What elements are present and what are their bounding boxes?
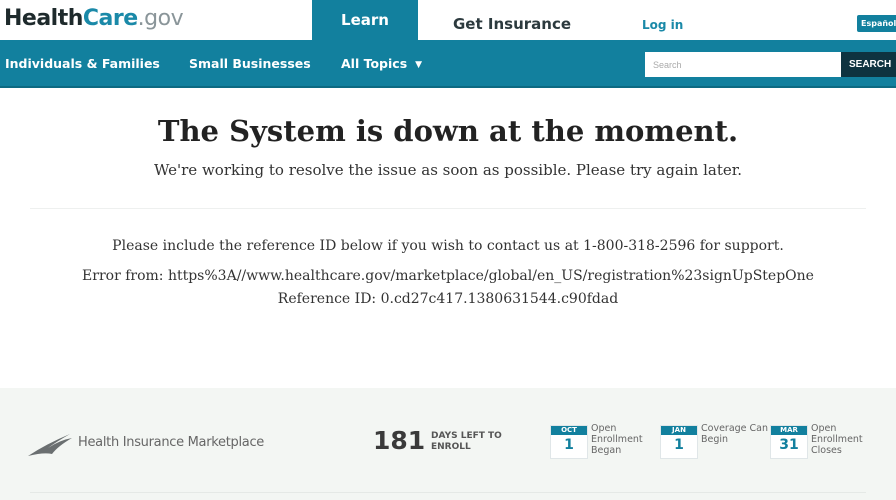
error-from-text: Error from: https%3A//www.healthcare.gov… — [82, 268, 814, 284]
reference-id-text: Reference ID: 0.cd27c417.1380631544.c90f… — [277, 291, 619, 307]
tab-learn[interactable]: Learn — [312, 0, 418, 40]
chevron-down-icon: ▼ — [415, 59, 423, 70]
error-subtitle: We're working to resolve the issue as so… — [153, 161, 743, 179]
days-left-label: DAYS LEFT TO ENROLL — [431, 431, 502, 452]
footer-divider — [30, 492, 866, 493]
search-input[interactable] — [645, 52, 841, 77]
nav-all-topics[interactable]: All Topics ▼ — [341, 56, 422, 71]
healthcare-gov-logo[interactable]: HealthCare.gov — [4, 6, 184, 31]
nav-small-businesses[interactable]: Small Businesses — [189, 56, 311, 71]
calendar-label-enrollment-closes: Open Enrollment Closes — [811, 423, 863, 456]
calendar-icon-oct-1: OCT 1 — [550, 425, 588, 459]
calendar-icon-jan-1: JAN 1 — [660, 425, 698, 459]
calendar-label-enrollment-began: Open Enrollment Began — [591, 423, 643, 456]
top-header: HealthCare.gov Learn Get Insurance Log i… — [0, 0, 896, 40]
footer: Health Insurance Marketplace 181 DAYS LE… — [0, 388, 896, 500]
tab-get-insurance[interactable]: Get Insurance — [453, 15, 571, 33]
divider — [30, 208, 866, 209]
support-text: Please include the reference ID below if… — [112, 238, 784, 254]
nav-individuals-families[interactable]: Individuals & Families — [5, 56, 160, 71]
error-content: The System is down at the moment. We're … — [0, 88, 896, 388]
calendar-label-coverage-begin: Coverage Can Begin — [701, 423, 769, 445]
calendar-icon-mar-31: MAR 31 — [770, 425, 808, 459]
marketplace-label: Health Insurance Marketplace — [78, 434, 264, 450]
secondary-nav: Individuals & Families Small Businesses … — [0, 40, 896, 88]
search-button[interactable]: SEARCH — [841, 52, 896, 77]
espanol-language-button[interactable]: Español — [857, 15, 896, 32]
page-title: The System is down at the moment. — [157, 114, 739, 148]
nav-all-topics-label: All Topics — [341, 56, 408, 71]
marketplace-logo[interactable]: Health Insurance Marketplace — [26, 426, 264, 458]
days-left-count: 181 — [373, 426, 426, 455]
marketplace-swoosh-icon — [28, 434, 72, 456]
login-link[interactable]: Log in — [642, 18, 683, 32]
